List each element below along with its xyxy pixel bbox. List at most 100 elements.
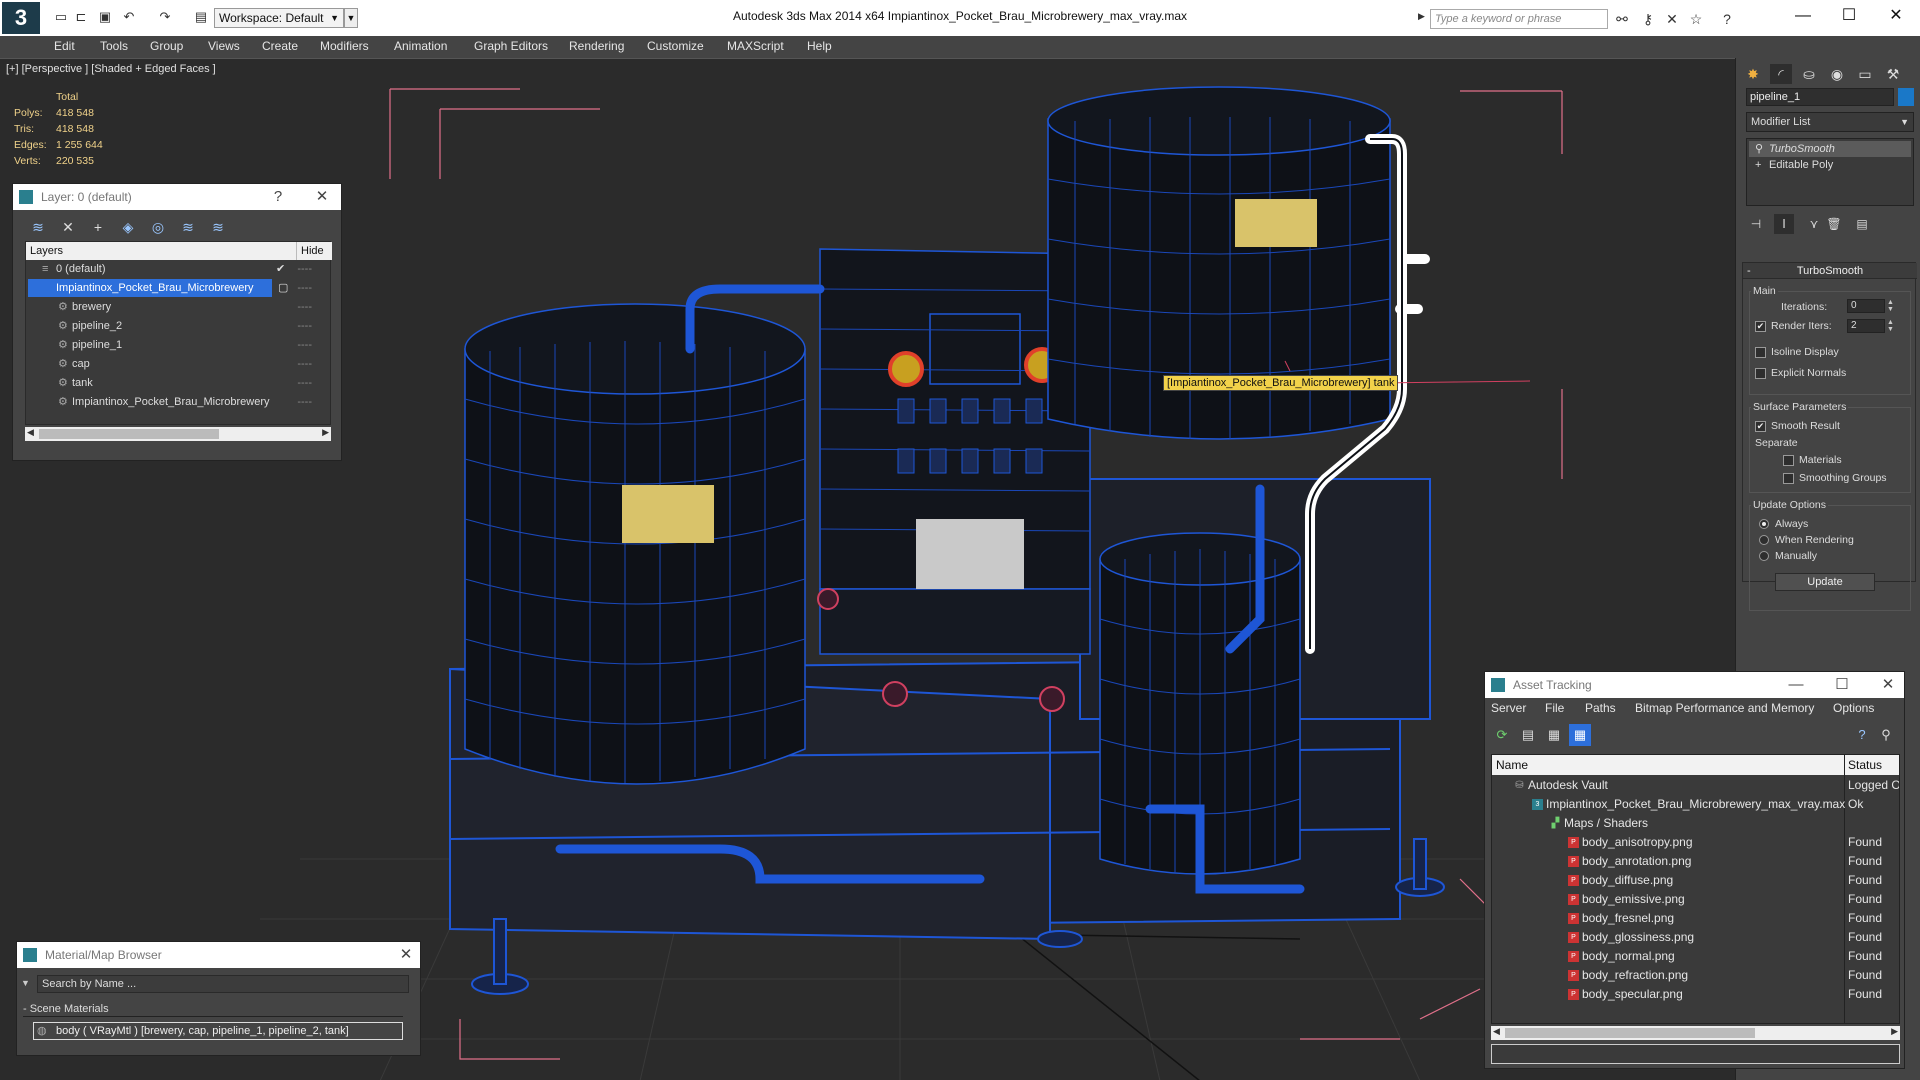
menu-graph-editors[interactable]: Graph Editors [474,39,548,53]
asset-menu-paths[interactable]: Paths [1585,701,1616,715]
create-icon[interactable]: ✸ [1742,64,1764,84]
update-when-rendering-radio[interactable] [1759,535,1769,545]
close-icon[interactable]: ✕ [1877,674,1899,696]
table-view-icon[interactable]: ▦ [1569,724,1591,746]
layer-object-row[interactable]: ⚙ pipeline_2 ---- [26,317,332,335]
render-iters-spinner[interactable]: 2 [1847,319,1885,333]
expand-icon[interactable]: + [1755,157,1761,173]
star-icon[interactable]: ☆ [1687,10,1705,28]
hide-all-icon[interactable]: ≋ [177,216,199,238]
help-icon[interactable]: ? [267,186,289,208]
autodesk-exchange-icon[interactable]: ✕ [1663,10,1681,28]
asset-horizontal-scrollbar[interactable]: ◀ ▶ [1491,1026,1900,1040]
update-manually-radio[interactable] [1759,551,1769,561]
iterations-spinner[interactable]: 0 [1847,299,1885,313]
menu-views[interactable]: Views [208,39,240,53]
asset-row[interactable]: ⛁ Autodesk Vault Logged O [1492,776,1899,795]
hide-toggle[interactable]: ---- [297,260,312,278]
binoculars-icon[interactable]: ⚯ [1613,10,1631,28]
update-button[interactable]: Update [1775,573,1875,591]
configure-sets-icon[interactable]: ▤ [1852,214,1872,234]
select-objects-icon[interactable]: ◈ [117,216,139,238]
col-status[interactable]: Status [1848,755,1882,775]
object-name-field[interactable]: pipeline_1 [1746,88,1894,106]
add-icon[interactable]: + [87,216,109,238]
hide-toggle[interactable]: ---- [297,336,312,354]
utilities-icon[interactable]: ⚒ [1882,64,1904,84]
maximize-icon[interactable]: ☐ [1831,674,1853,696]
menu-tools[interactable]: Tools [100,39,128,53]
help-icon[interactable]: ? [1718,10,1736,28]
key-icon[interactable]: ⚷ [1639,10,1657,28]
material-browser-titlebar[interactable]: Material/Map Browser [17,942,420,968]
scrollbar-thumb[interactable] [39,429,219,439]
pin-icon[interactable]: ⚲ [1875,724,1897,746]
layer-object-row[interactable]: ⚙ Impiantinox_Pocket_Brau_Microbrewery -… [26,393,332,411]
motion-icon[interactable]: ◉ [1826,64,1848,84]
asset-path-field[interactable] [1491,1044,1900,1064]
separate-smoothing-groups-checkbox[interactable] [1783,473,1794,484]
maximize-icon[interactable]: ☐ [1829,4,1869,28]
stack-item-turbosmooth[interactable]: ⚲ TurboSmooth [1749,141,1911,157]
browser-options-icon[interactable]: ▼ [21,978,30,988]
menu-group[interactable]: Group [150,39,183,53]
layer-object-row[interactable]: ⚙ pipeline_1 ---- [26,336,332,354]
smooth-result-checkbox[interactable]: ✔ [1755,421,1766,432]
layer-create-icon[interactable]: ≋ [27,216,49,238]
asset-row[interactable]: P body_normal.png Found [1492,947,1899,966]
asset-row[interactable]: P body_glossiness.png Found [1492,928,1899,947]
asset-row[interactable]: P body_diffuse.png Found [1492,871,1899,890]
scrollbar-thumb[interactable] [1505,1028,1755,1038]
menu-create[interactable]: Create [262,39,298,53]
pin-stack-icon[interactable]: ⊣ [1746,214,1766,234]
object-color-swatch[interactable] [1898,88,1914,106]
menu-maxscript[interactable]: MAXScript [727,39,784,53]
col-layers[interactable]: Layers [30,242,63,260]
isoline-display-checkbox[interactable] [1755,347,1766,358]
scroll-left-icon[interactable]: ◀ [27,427,34,438]
material-item[interactable]: ◍ body ( VRayMtl ) [brewery, cap, pipeli… [33,1022,403,1040]
asset-menu-server[interactable]: Server [1491,701,1526,715]
current-layer-icon[interactable]: ▢ [278,279,288,297]
viewport-label[interactable]: [+] [Perspective ] [Shaded + Edged Faces… [6,63,216,75]
col-name[interactable]: Name [1496,755,1528,775]
menu-animation[interactable]: Animation [394,39,447,53]
hide-toggle[interactable]: ---- [297,298,312,316]
scroll-right-icon[interactable]: ▶ [322,427,329,438]
scroll-left-icon[interactable]: ◀ [1493,1026,1500,1037]
minimize-icon[interactable]: — [1783,4,1823,28]
asset-row[interactable]: P body_specular.png Found [1492,985,1899,1004]
asset-row[interactable]: P body_emissive.png Found [1492,890,1899,909]
hide-toggle[interactable]: ---- [297,393,312,411]
spinner-arrows-icon[interactable]: ▲ ▼ [1887,299,1895,313]
list-view-icon[interactable]: ▤ [1517,724,1539,746]
layer-object-row[interactable]: ⚙ cap ---- [26,355,332,373]
explicit-normals-checkbox[interactable] [1755,368,1766,379]
asset-row[interactable]: P body_refraction.png Found [1492,966,1899,985]
thumbnail-view-icon[interactable]: ▦ [1543,724,1565,746]
asset-row[interactable]: P body_anrotation.png Found [1492,852,1899,871]
delete-icon[interactable]: ✕ [57,216,79,238]
scene-materials-group[interactable]: - Scene Materials [23,1001,403,1017]
render-iters-checkbox[interactable]: ✔ [1755,321,1766,332]
separate-materials-checkbox[interactable] [1783,455,1794,466]
layer-horizontal-scrollbar[interactable]: ◀ ▶ [25,427,331,441]
help-icon[interactable]: ? [1851,724,1873,746]
refresh-icon[interactable]: ⟳ [1491,724,1513,746]
hide-toggle[interactable]: ---- [297,279,312,297]
search-toggle-icon[interactable]: ▶ [1418,11,1425,22]
freeze-all-icon[interactable]: ≋ [207,216,229,238]
spinner-arrows-icon[interactable]: ▲ ▼ [1887,319,1895,333]
checkmark-icon[interactable]: ✔ [276,260,285,278]
asset-menu-options[interactable]: Options [1833,701,1874,715]
menu-modifiers[interactable]: Modifiers [320,39,369,53]
search-input[interactable]: Type a keyword or phrase [1430,9,1608,29]
minimize-icon[interactable]: — [1785,674,1807,696]
make-unique-icon[interactable]: ⋎ [1804,214,1824,234]
stack-item-editable-poly[interactable]: + Editable Poly [1749,157,1911,173]
hide-toggle[interactable]: ---- [297,355,312,373]
layer-object-row[interactable]: ⚙ brewery ---- [26,298,332,316]
menu-rendering[interactable]: Rendering [569,39,624,53]
hide-toggle[interactable]: ---- [297,317,312,335]
menu-help[interactable]: Help [807,39,832,53]
